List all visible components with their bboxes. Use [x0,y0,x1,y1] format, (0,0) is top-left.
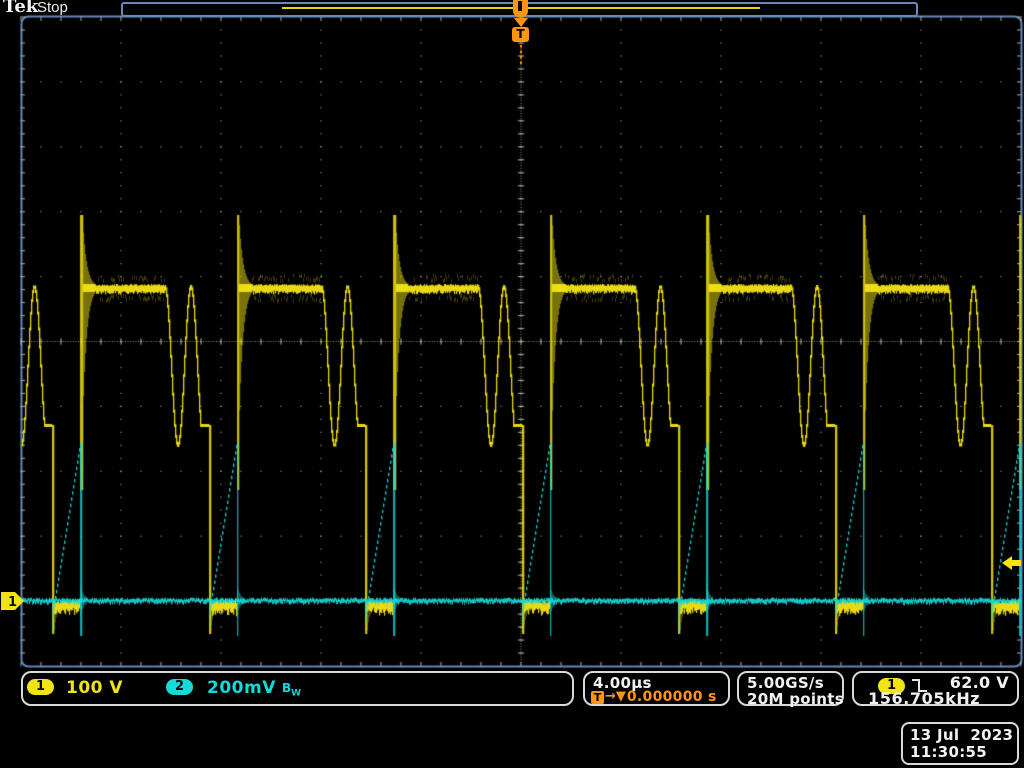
channel-readout-box: 1 100 V 2 200mV BW [21,671,574,706]
ch2-scale-readout: 200mV [207,679,276,697]
ch1-scale-readout: 100 V [66,679,123,697]
trigger-t-icon: T [591,691,604,704]
acquisition-readout-box: 5.00GS/s 20M points [737,671,844,706]
trigger-arrows-icon: →▼ [605,690,626,704]
time-readout: 11:30:55 [910,744,987,760]
trigger-frequency-readout: 156.705kHz [868,690,980,707]
trigger-down-arrow-icon [514,18,528,27]
record-length-readout: 20M points [747,691,844,707]
trigger-level-arrow[interactable] [1002,555,1022,572]
tek-logo: Tek [3,0,38,16]
trigger-position-readout: T →▼ 0.000000 s [591,690,717,704]
ch1-ground-marker[interactable]: 1 [1,591,27,612]
trigger-position-value: 0.000000 s [627,690,717,704]
trigger-t-badge[interactable]: T [512,27,529,42]
trigger-marker-slit [518,1,522,11]
ch2-badge[interactable]: 2 [166,679,193,695]
horizontal-readout-box: 4.00µs T →▼ 0.000000 s [583,671,730,706]
trigger-level-arrow-icon [1002,556,1021,570]
ch1-badge[interactable]: 1 [27,679,54,695]
date-readout: 13 Jul 2023 [910,727,1013,743]
sample-rate-readout: 5.00GS/s [747,675,824,691]
acquisition-status: Stop [37,0,68,16]
trigger-position-marker-icon[interactable] [513,0,528,17]
graticule-waveform-canvas [0,0,1024,768]
bw-sub: W [291,688,301,698]
datetime-box: 13 Jul 2023 11:30:55 [901,722,1019,765]
ch1-marker-label: 1 [8,595,17,610]
bandwidth-limit-indicator: BW [282,681,301,700]
trigger-readout-box: 1 62.0 V 156.705kHz [852,671,1019,706]
bw-main: B [282,681,291,695]
